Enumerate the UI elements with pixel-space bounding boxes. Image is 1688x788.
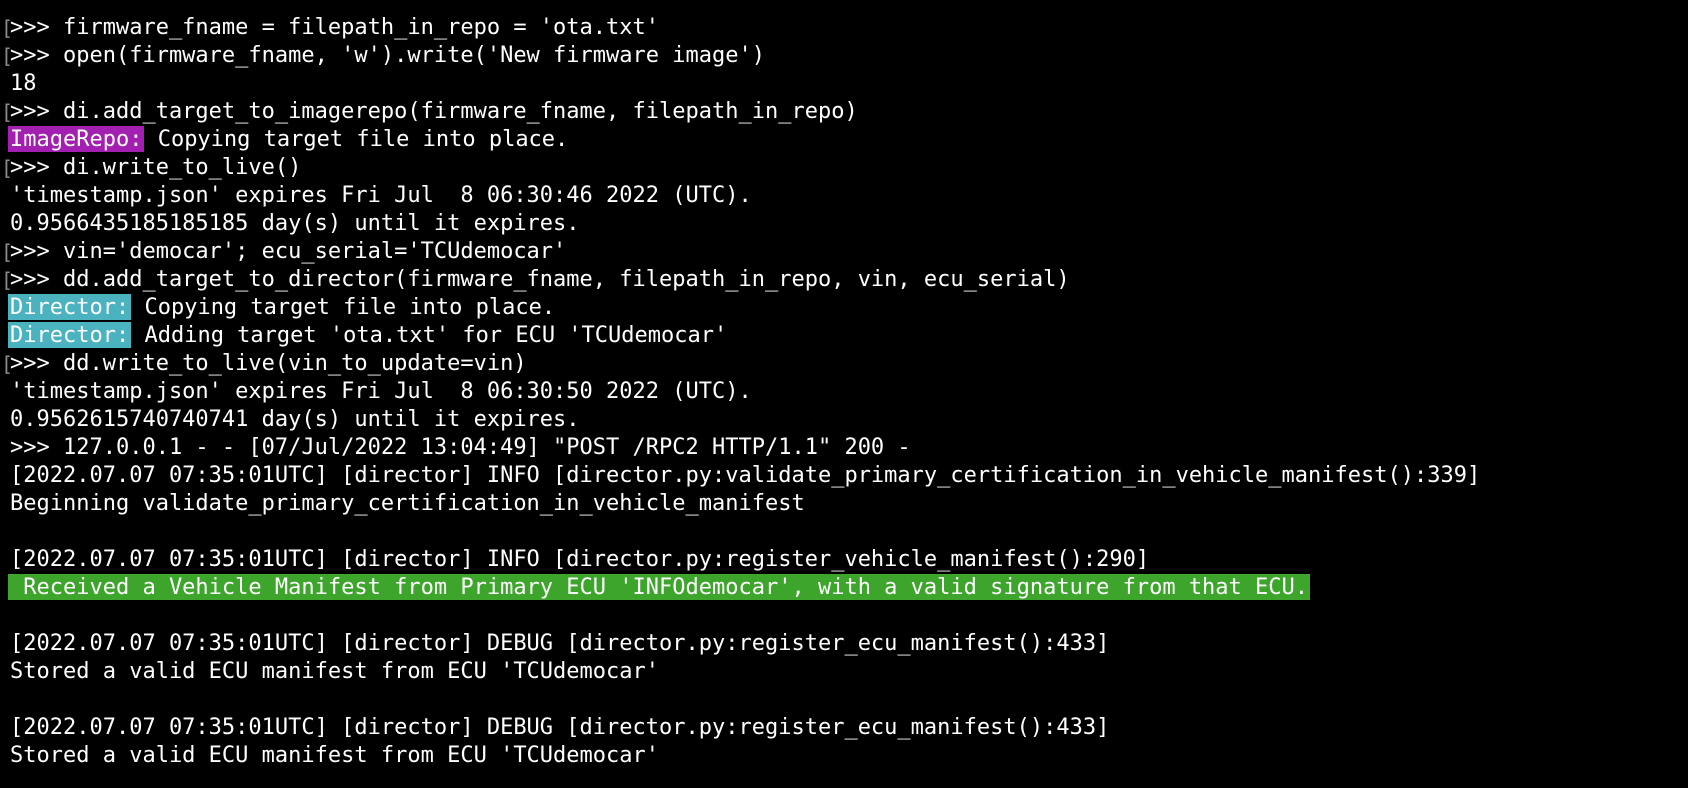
prompt-bracket: [	[1, 352, 14, 376]
line-text: >>> 127.0.0.1 - - [07/Jul/2022 13:04:49]…	[10, 435, 911, 460]
line-text: Adding target 'ota.txt' for ECU 'TCUdemo…	[131, 323, 728, 348]
terminal-line: Director: Adding target 'ota.txt' for EC…	[0, 322, 1688, 350]
terminal-line: Stored a valid ECU manifest from ECU 'TC…	[0, 742, 1688, 770]
line-text: 'timestamp.json' expires Fri Jul 8 06:30…	[10, 183, 752, 208]
terminal-line: 0.9562615740740741 day(s) until it expir…	[0, 406, 1688, 434]
terminal-line: [>>> dd.add_target_to_director(firmware_…	[0, 266, 1688, 294]
terminal-line: >>> 127.0.0.1 - - [07/Jul/2022 13:04:49]…	[0, 434, 1688, 462]
line-text: >>> dd.write_to_live(vin_to_update=vin)	[10, 351, 527, 376]
terminal-line: 18	[0, 70, 1688, 98]
prompt-bracket: [	[1, 268, 14, 292]
terminal-line: [2022.07.07 07:35:01UTC] [director] INFO…	[0, 546, 1688, 574]
director-tag: Director:	[8, 294, 132, 320]
terminal-line: [>>> di.write_to_live()	[0, 154, 1688, 182]
line-text: 18	[10, 71, 37, 96]
terminal-line: Beginning validate_primary_certification…	[0, 490, 1688, 518]
terminal-line: Received a Vehicle Manifest from Primary…	[0, 574, 1688, 602]
line-text: [2022.07.07 07:35:01UTC] [director] INFO…	[10, 547, 1150, 572]
terminal-line: Stored a valid ECU manifest from ECU 'TC…	[0, 658, 1688, 686]
prompt-bracket: [	[1, 16, 14, 40]
line-text: Copying target file into place.	[131, 295, 556, 320]
terminal-line: [2022.07.07 07:35:01UTC] [director] DEBU…	[0, 630, 1688, 658]
prompt-bracket: [	[1, 240, 14, 264]
line-text: >>> vin='democar'; ecu_serial='TCUdemoca…	[10, 239, 567, 264]
line-text: >>> di.add_target_to_imagerepo(firmware_…	[10, 99, 858, 124]
line-text: Stored a valid ECU manifest from ECU 'TC…	[10, 743, 660, 768]
line-text: Copying target file into place.	[144, 127, 569, 152]
prompt-bracket: [	[1, 100, 14, 124]
line-text: 0.9562615740740741 day(s) until it expir…	[10, 407, 580, 432]
line-text: [2022.07.07 07:35:01UTC] [director] DEBU…	[10, 715, 1110, 740]
terminal-line: 'timestamp.json' expires Fri Jul 8 06:30…	[0, 182, 1688, 210]
terminal-line: 0.9566435185185185 day(s) until it expir…	[0, 210, 1688, 238]
line-text: 'timestamp.json' expires Fri Jul 8 06:30…	[10, 379, 752, 404]
line-text: >>> open(firmware_fname, 'w').write('New…	[10, 43, 765, 68]
line-text: [2022.07.07 07:35:01UTC] [director] INFO…	[10, 463, 1481, 488]
terminal-line: [>>> vin='democar'; ecu_serial='TCUdemoc…	[0, 238, 1688, 266]
success-highlight: Received a Vehicle Manifest from Primary…	[8, 574, 1311, 600]
terminal-line: [>>> open(firmware_fname, 'w').write('Ne…	[0, 42, 1688, 70]
line-text: Stored a valid ECU manifest from ECU 'TC…	[10, 659, 660, 684]
terminal-line: [>>> di.add_target_to_imagerepo(firmware…	[0, 98, 1688, 126]
prompt-bracket: [	[1, 156, 14, 180]
terminal-line: 'timestamp.json' expires Fri Jul 8 06:30…	[0, 378, 1688, 406]
terminal-line: [2022.07.07 07:35:01UTC] [director] INFO…	[0, 462, 1688, 490]
prompt-bracket: [	[1, 44, 14, 68]
line-text: Beginning validate_primary_certification…	[10, 491, 805, 516]
director-tag: Director:	[8, 322, 132, 348]
imagerepo-tag: ImageRepo:	[8, 126, 145, 152]
terminal-line: Director: Copying target file into place…	[0, 294, 1688, 322]
line-text: 0.9566435185185185 day(s) until it expir…	[10, 211, 580, 236]
terminal-window[interactable]: [>>> firmware_fname = filepath_in_repo =…	[0, 0, 1688, 788]
line-text: >>> di.write_to_live()	[10, 155, 302, 180]
terminal-line: ImageRepo: Copying target file into plac…	[0, 126, 1688, 154]
line-text: [2022.07.07 07:35:01UTC] [director] DEBU…	[10, 631, 1110, 656]
terminal-line: [2022.07.07 07:35:01UTC] [director] DEBU…	[0, 714, 1688, 742]
line-text: >>> dd.add_target_to_director(firmware_f…	[10, 267, 1070, 292]
terminal-line: [>>> firmware_fname = filepath_in_repo =…	[0, 14, 1688, 42]
terminal-line: [>>> dd.write_to_live(vin_to_update=vin)	[0, 350, 1688, 378]
line-text: >>> firmware_fname = filepath_in_repo = …	[10, 15, 660, 40]
